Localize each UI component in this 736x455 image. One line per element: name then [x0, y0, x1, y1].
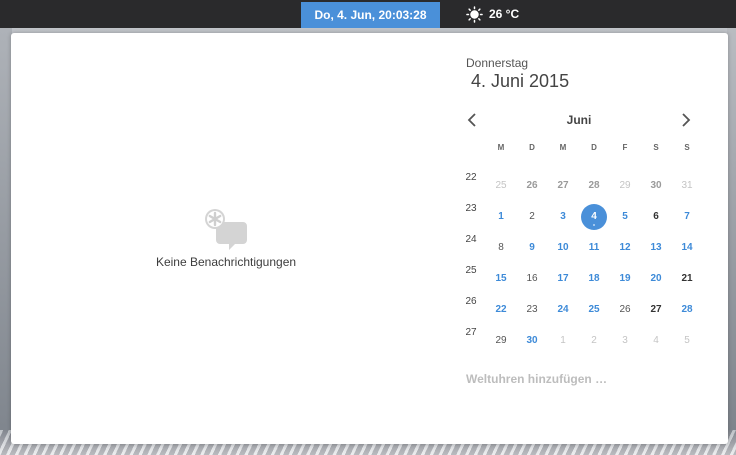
- calendar-day[interactable]: 23: [519, 297, 545, 323]
- calendar-day-selected[interactable]: 4: [581, 204, 607, 230]
- calendar-day[interactable]: 31: [674, 173, 700, 199]
- next-month-button[interactable]: [678, 110, 694, 130]
- sun-icon: [466, 5, 483, 23]
- calendar-day[interactable]: 3: [612, 328, 638, 354]
- calendar-day[interactable]: 27: [550, 173, 576, 199]
- calendar-day[interactable]: 26: [612, 297, 638, 323]
- day-header: M: [559, 143, 567, 152]
- calendar-day[interactable]: 15: [488, 266, 514, 292]
- no-notifications-label: Keine Benachrichtigungen: [155, 255, 297, 269]
- date-time-button[interactable]: Do, 4. Jun, 20:03:28: [301, 2, 440, 28]
- chevron-left-icon: [467, 113, 476, 127]
- calendar-day[interactable]: 20: [643, 266, 669, 292]
- calendar-day[interactable]: 30: [643, 173, 669, 199]
- temperature-label: 26 °C: [489, 7, 520, 21]
- message-tray-panel: Keine Benachrichtigungen Donnerstag 4. J…: [11, 33, 728, 444]
- calendar-day[interactable]: 8: [488, 235, 514, 261]
- calendar-day[interactable]: 22: [488, 297, 514, 323]
- calendar-day[interactable]: 3: [550, 204, 576, 230]
- day-header: M: [497, 143, 505, 152]
- month-label: Juni: [566, 113, 592, 127]
- day-header: F: [622, 143, 628, 152]
- calendar-day[interactable]: 19: [612, 266, 638, 292]
- week-number: 22: [465, 172, 477, 183]
- calendar-day[interactable]: 10: [550, 235, 576, 261]
- calendar-day[interactable]: 6: [643, 204, 669, 230]
- day-header: D: [591, 143, 597, 152]
- calendar-day[interactable]: 7: [674, 204, 700, 230]
- top-bar: Do, 4. Jun, 20:03:28 26 °C: [0, 0, 736, 28]
- calendar-day[interactable]: 18: [581, 266, 607, 292]
- weather-indicator[interactable]: 26 °C: [466, 0, 519, 28]
- wallpaper: [727, 28, 736, 438]
- calendar-day[interactable]: 27: [643, 297, 669, 323]
- calendar-day[interactable]: 26: [519, 173, 545, 199]
- calendar-day[interactable]: 24: [550, 297, 576, 323]
- calendar-day[interactable]: 1: [550, 328, 576, 354]
- calendar-day[interactable]: 25: [488, 173, 514, 199]
- calendar-day[interactable]: 14: [674, 235, 700, 261]
- notifications-empty-icon: [205, 209, 247, 250]
- add-world-clocks-link[interactable]: Weltuhren hinzufügen …: [466, 372, 607, 386]
- calendar-day[interactable]: 29: [612, 173, 638, 199]
- weekday-label: Donnerstag: [466, 56, 529, 70]
- calendar-day[interactable]: 2: [519, 204, 545, 230]
- calendar-day[interactable]: 9: [519, 235, 545, 261]
- calendar-day[interactable]: 4: [643, 328, 669, 354]
- calendar-day[interactable]: 13: [643, 235, 669, 261]
- calendar-day[interactable]: 16: [519, 266, 545, 292]
- previous-month-button[interactable]: [464, 110, 480, 130]
- week-number: 25: [465, 265, 477, 276]
- calendar-day[interactable]: 29: [488, 328, 514, 354]
- day-header: S: [684, 143, 690, 152]
- notification-list: Keine Benachrichtigungen: [11, 33, 441, 444]
- calendar-day[interactable]: 17: [550, 266, 576, 292]
- calendar-day[interactable]: 28: [674, 297, 700, 323]
- calendar-day[interactable]: 25: [581, 297, 607, 323]
- week-number: 26: [465, 296, 477, 307]
- calendar-day[interactable]: 5: [674, 328, 700, 354]
- day-header: S: [653, 143, 659, 152]
- calendar-day[interactable]: 5: [612, 204, 638, 230]
- week-number: 27: [465, 327, 477, 338]
- calendar-day[interactable]: 28: [581, 173, 607, 199]
- calendar-day[interactable]: 30: [519, 328, 545, 354]
- day-header: D: [529, 143, 535, 152]
- calendar-day[interactable]: 11: [581, 235, 607, 261]
- calendar-day[interactable]: 21: [674, 266, 700, 292]
- week-number: 23: [465, 203, 477, 214]
- full-date-label[interactable]: 4. Juni 2015: [471, 71, 569, 92]
- calendar-day[interactable]: 12: [612, 235, 638, 261]
- calendar-day[interactable]: 1: [488, 204, 514, 230]
- calendar-day[interactable]: 2: [581, 328, 607, 354]
- chevron-right-icon: [682, 113, 691, 127]
- week-number: 24: [465, 234, 477, 245]
